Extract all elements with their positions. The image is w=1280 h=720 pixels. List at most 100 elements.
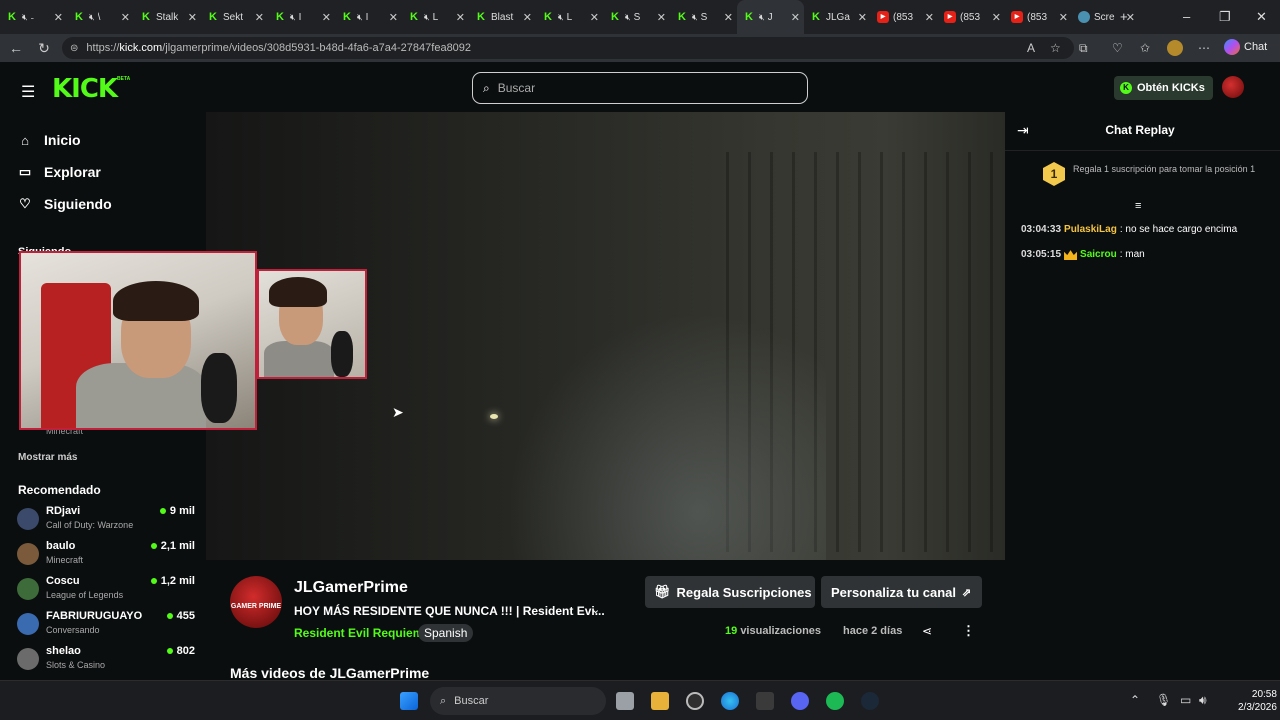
tray-overflow-icon[interactable]: ⌃ [1130,693,1140,707]
close-tab-icon[interactable]: ✕ [389,11,398,24]
browser-tab[interactable]: K JLGa ✕ [804,0,871,34]
browser-tab[interactable]: K Stalk ✕ [134,0,201,34]
extensions-icon[interactable]: ⧉ [1079,41,1088,56]
back-icon[interactable]: ← [2,40,30,56]
tab-audio-icon[interactable]: 🔇︎ [424,12,430,23]
copilot-chat-button[interactable]: Chat [1224,39,1267,55]
tab-audio-icon[interactable]: 🔇︎ [357,12,363,23]
close-tab-icon[interactable]: ✕ [456,11,465,24]
close-tab-icon[interactable]: ✕ [322,11,331,24]
close-tab-icon[interactable]: ✕ [188,11,197,24]
share-icon[interactable]: ⋖ [922,624,932,638]
user-avatar[interactable] [1222,76,1244,98]
volume-icon[interactable]: 🔊︎ [1199,693,1207,708]
chat-message[interactable]: 03:05:15 Saicrou: man [1021,249,1145,260]
close-tab-icon[interactable]: ✕ [858,11,867,24]
steam-icon[interactable] [861,692,879,710]
browser-tab[interactable]: K 🔇︎ S ✕ [670,0,737,34]
chat-filter-icon[interactable]: ≡ [1135,200,1141,212]
browser-tab[interactable]: K 🔇︎ L ✕ [536,0,603,34]
new-tab-button[interactable]: + [1120,9,1128,24]
gift-leaderboard-text[interactable]: Regala 1 suscripción para tomar la posic… [1073,164,1263,174]
close-tab-icon[interactable]: ✕ [523,11,532,24]
channel-avatar[interactable]: GAMER PRIME [230,576,282,628]
close-tab-icon[interactable]: ✕ [54,11,63,24]
site-info-icon[interactable]: ⊜ [70,43,78,54]
browser-tab[interactable]: ▶ (853 ✕ [871,0,938,34]
taskbar-search[interactable]: ⌕ Buscar [430,687,606,715]
browser-tab[interactable]: K 🔇︎ \ ✕ [67,0,134,34]
discord-icon[interactable] [791,692,809,710]
browser-essentials-icon[interactable]: ♡ [1112,41,1123,55]
settings-more-icon[interactable]: ⋯ [1198,41,1210,55]
app-icon[interactable] [756,692,774,710]
read-aloud-icon[interactable]: A [1027,41,1035,55]
tab-audio-icon[interactable]: 🔇︎ [22,12,28,23]
recommended-channel[interactable]: Coscu League of Legends 1,2 mil [17,574,195,604]
minimize-button[interactable]: – [1183,9,1190,24]
tab-audio-icon[interactable]: 🔇︎ [692,12,698,23]
sidebar-nav-2[interactable]: ♡ Siguiendo [18,196,112,212]
customize-channel-button[interactable]: Personaliza tu canal ⇗ [821,576,982,608]
browser-tab[interactable]: K 🔇︎ L ✕ [402,0,469,34]
chat-message[interactable]: 03:04:33 PulaskiLag: no se hace cargo enc… [1021,224,1237,235]
close-tab-icon[interactable]: ✕ [992,11,1001,24]
browser-tab[interactable]: K 🔇︎ S ✕ [603,0,670,34]
system-clock[interactable]: 20:58 2/3/2026 [1238,688,1277,714]
browser-tab[interactable]: K 🔇︎ J ✕ [737,0,804,34]
close-tab-icon[interactable]: ✕ [657,11,666,24]
close-tab-icon[interactable]: ✕ [121,11,130,24]
refresh-icon[interactable]: ↻ [30,40,58,57]
browser-tab[interactable]: K Sekt ✕ [201,0,268,34]
browser-tab[interactable]: K 🔇︎̶✕ [0,0,67,34]
profile-avatar[interactable] [1167,40,1183,56]
get-kicks-button[interactable]: K Obtén KICKs [1114,76,1213,100]
chat-username[interactable]: Saicrou [1080,249,1117,260]
recommended-channel[interactable]: baulo Minecraft 2,1 mil [17,539,195,569]
recommended-channel[interactable]: FABRIURUGUAYO Conversando 455 [17,609,195,639]
menu-icon[interactable]: ☰ [21,82,35,102]
channel-name[interactable]: JLGamerPrime [294,579,408,597]
sidebar-nav-1[interactable]: ▭ Explorar [18,164,101,180]
favorite-star-icon[interactable]: ☆ [1050,41,1061,55]
close-tab-icon[interactable]: ✕ [925,11,934,24]
obs-icon[interactable] [686,692,704,710]
chat-username[interactable]: PulaskiLag [1064,224,1117,235]
browser-tab[interactable]: K 🔇︎ I ✕ [335,0,402,34]
url-field[interactable]: ⊜ https://kick.com/jlgamerprime/videos/3… [62,37,1074,59]
file-explorer-icon[interactable] [651,692,669,710]
video-category[interactable]: Resident Evil Requiem [294,626,423,640]
windows-start-icon[interactable] [400,692,418,710]
close-tab-icon[interactable]: ✕ [255,11,264,24]
tab-audio-icon[interactable]: 🔇︎ [558,12,564,23]
close-window-button[interactable]: ✕ [1256,9,1267,25]
tab-audio-icon[interactable]: 🔇︎ [89,12,95,23]
browser-tab[interactable]: ▶ (853 ✕ [1005,0,1072,34]
gift-subscriptions-button[interactable]: 🎁︎ Regala Suscripciones [645,576,815,608]
close-tab-icon[interactable]: ✕ [791,11,800,24]
show-more-link[interactable]: Mostrar más [18,452,77,463]
task-view-icon[interactable] [616,692,634,710]
more-options-icon[interactable]: ⋮ [962,623,975,639]
language-tag[interactable]: Spanish [418,624,474,642]
recommended-channel[interactable]: RDjavi Call of Duty: Warzone 9 mil [17,504,195,534]
browser-tab[interactable]: K 🔇︎ I ✕ [268,0,335,34]
spotify-icon[interactable] [826,692,844,710]
browser-tab[interactable]: K Blast ✕ [469,0,536,34]
close-tab-icon[interactable]: ✕ [590,11,599,24]
tab-audio-icon[interactable]: 🔇︎ [625,12,631,23]
network-icon[interactable]: ▭ [1180,693,1191,707]
browser-tab[interactable]: Scre ✕ [1072,0,1139,34]
chevron-down-icon[interactable]: ⌄ [591,603,600,616]
edge-icon[interactable] [721,692,739,710]
close-tab-icon[interactable]: ✕ [1059,11,1068,24]
kick-logo[interactable]: KICK [52,74,118,104]
restore-button[interactable]: ❐ [1219,9,1231,25]
close-tab-icon[interactable]: ✕ [724,11,733,24]
microphone-tray-icon[interactable]: 🎙︎ [1156,693,1171,707]
kick-search-input[interactable]: ⌕ Buscar [472,72,808,104]
browser-tab[interactable]: ▶ (853 ✕ [938,0,1005,34]
tab-audio-icon[interactable]: 🔇︎ [290,12,296,23]
tab-audio-icon[interactable]: 🔇︎ [759,12,765,23]
sidebar-nav-0[interactable]: ⌂ Inicio [18,132,81,148]
